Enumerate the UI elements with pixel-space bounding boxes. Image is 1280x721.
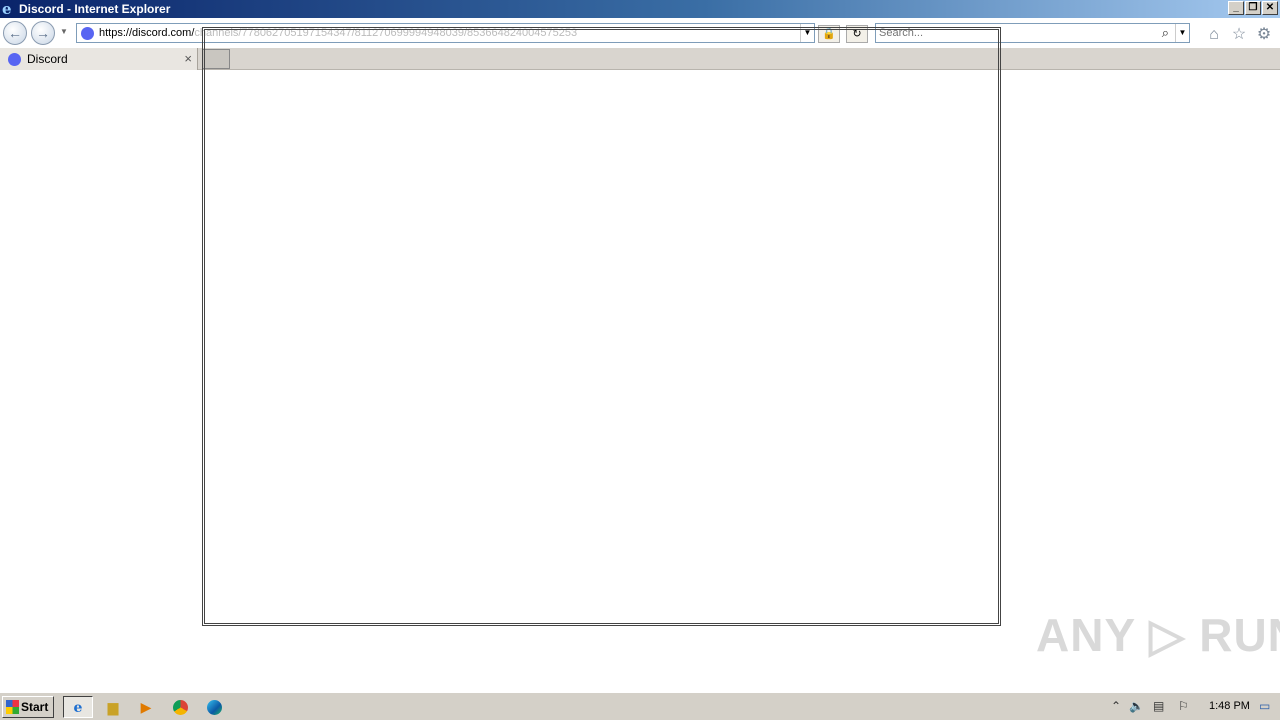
explorer-taskbar-icon[interactable]: ▆ [98, 696, 128, 718]
start-button[interactable]: Start [2, 696, 54, 718]
ie-taskbar-icon[interactable]: e [63, 696, 93, 718]
edge-taskbar-icon[interactable] [199, 696, 229, 718]
tab-label: Discord [27, 52, 68, 66]
discord-favicon-icon [81, 27, 94, 40]
history-dropdown-icon[interactable]: ▼ [60, 27, 68, 36]
close-tab-icon[interactable]: × [184, 51, 192, 66]
show-desktop-icon[interactable]: ▭ [1259, 699, 1270, 713]
start-label: Start [21, 700, 49, 714]
media-player-taskbar-icon[interactable]: ▶ [131, 696, 161, 718]
show-hidden-icons-icon[interactable]: ⌃ [1111, 699, 1121, 713]
search-dropdown-icon[interactable]: ▼ [1175, 24, 1189, 42]
forward-button[interactable]: → [31, 21, 55, 45]
favorites-star-icon[interactable]: ☆ [1229, 25, 1249, 45]
back-button[interactable]: ← [3, 21, 27, 45]
volume-icon[interactable]: 🔈 [1129, 699, 1144, 713]
minimize-button[interactable]: _ [1228, 1, 1244, 15]
window-titlebar: e Discord - Internet Explorer _ ❐ ✕ [0, 0, 1280, 18]
network-icon[interactable]: ▤ [1153, 699, 1164, 713]
close-window-button[interactable]: ✕ [1262, 1, 1278, 15]
drag-selection-frame [202, 27, 1001, 626]
discord-tab-icon [8, 53, 21, 66]
ie-logo-icon: e [2, 0, 12, 18]
action-center-flag-icon[interactable]: ⚐ [1178, 699, 1189, 713]
restore-button[interactable]: ❐ [1245, 1, 1261, 15]
chrome-taskbar-icon[interactable] [165, 696, 195, 718]
tab-discord[interactable]: Discord × [0, 48, 198, 70]
search-icon[interactable]: ⌕ [1162, 24, 1169, 42]
window-title: Discord - Internet Explorer [19, 2, 171, 16]
clock[interactable]: 1:48 PM [1209, 700, 1250, 712]
home-icon[interactable]: ⌂ [1204, 25, 1224, 45]
windows-logo-icon [6, 700, 19, 714]
taskbar: Start e ▆ ▶ ⌃ 🔈 ▤ ⚐ 1:48 PM ▭ [0, 692, 1280, 720]
anyrun-watermark: ANY ▷ RUN [1036, 609, 1280, 661]
settings-gear-icon[interactable]: ⚙ [1254, 25, 1274, 45]
